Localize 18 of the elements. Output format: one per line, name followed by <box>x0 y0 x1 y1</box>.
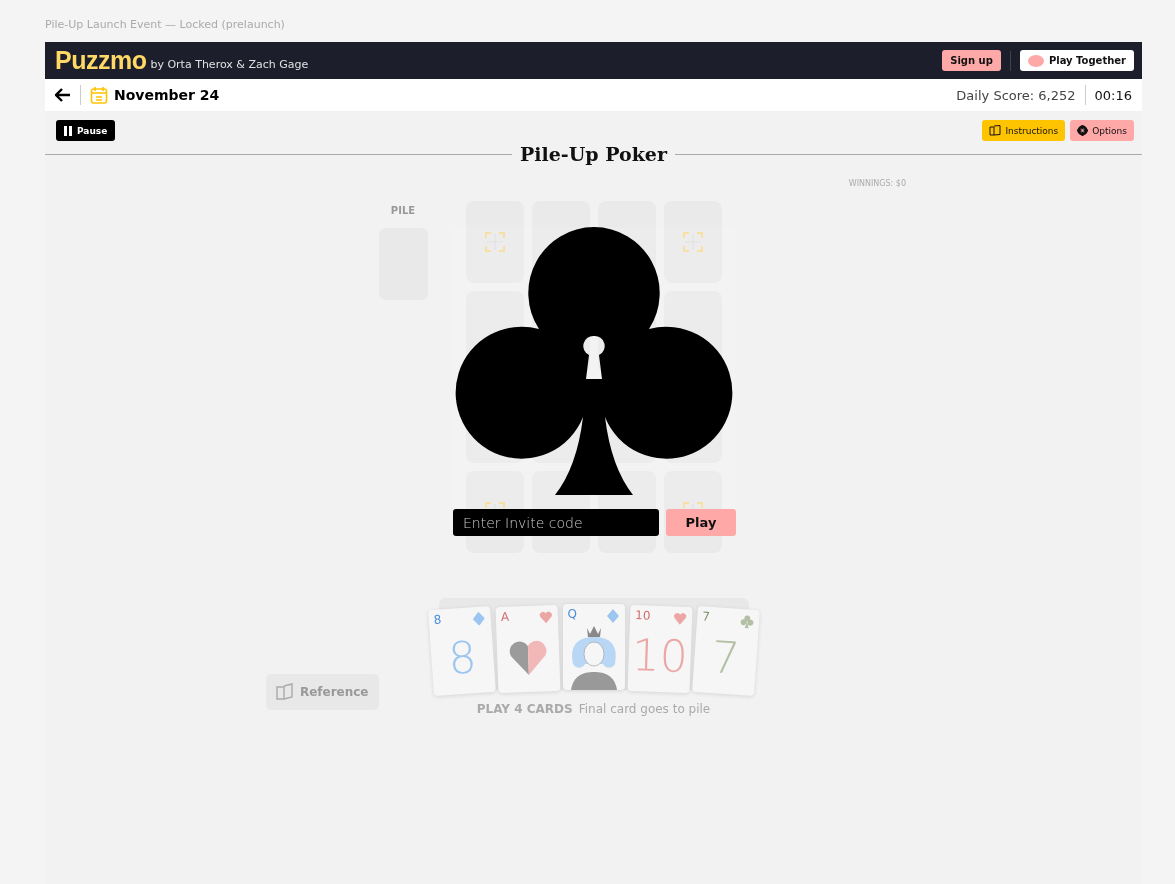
card-rank: Q <box>567 607 577 621</box>
play-count-label: PLAY 4 CARDS <box>476 702 573 716</box>
card-rank: 8 <box>446 635 478 681</box>
winnings-label: WINNINGS: $0 <box>848 179 906 190</box>
card-rank: 8 <box>432 612 442 627</box>
card-rank: 10 <box>634 608 651 623</box>
date-label: November 24 <box>114 87 220 103</box>
page-caption: Pile-Up Launch Event — Locked (prelaunch) <box>45 18 286 33</box>
game-title: Pile-Up Poker <box>520 143 667 165</box>
pile-label: PILE <box>390 205 416 216</box>
daily-score: Daily Score: 6,252 <box>956 87 1076 103</box>
card-rank: 7 <box>709 635 741 681</box>
card-rank: 7 <box>701 609 710 624</box>
card-rank: A <box>500 609 509 624</box>
instruction-text: Final card goes to pile <box>578 702 711 716</box>
timer: 00:16 <box>1094 87 1132 103</box>
byline: by Orta Therox & Zach Gage <box>150 58 309 71</box>
card-rank: 10 <box>630 633 688 679</box>
